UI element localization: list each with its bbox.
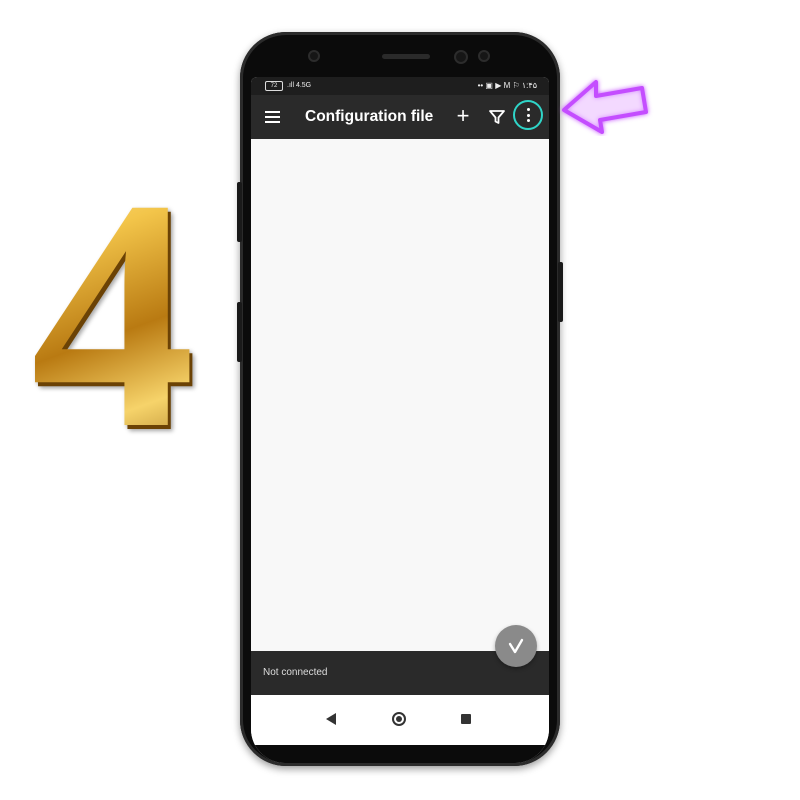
recent-apps-icon[interactable] (461, 714, 471, 724)
clock: ۱:۴۵ (521, 81, 537, 90)
front-camera (308, 50, 320, 62)
connect-button[interactable] (495, 625, 537, 667)
notification-icons: •• ▣ ▶ M ⚐ (477, 81, 522, 90)
iris-scanner (454, 50, 468, 64)
v-connect-icon (508, 638, 524, 654)
volume-button (237, 182, 242, 242)
bixby-button (237, 302, 242, 362)
hamburger-menu-icon[interactable] (261, 105, 285, 129)
signal-indicator: .ıll 4.5G (287, 82, 312, 89)
phone-screen: 72 .ıll 4.5G •• ▣ ▶ M ⚐ ۱:۴۵ Configurati… (251, 77, 549, 763)
battery-icon: 72 (265, 81, 283, 91)
phone-chin (251, 745, 549, 763)
filter-icon[interactable] (486, 106, 508, 128)
connection-status-text: Not connected (263, 667, 328, 678)
app-toolbar: Configuration file + (251, 95, 549, 139)
step-number: 4 (8, 150, 218, 480)
navigation-bar (251, 695, 549, 745)
plus-icon[interactable]: + (451, 95, 475, 139)
status-bar: 72 .ıll 4.5G •• ▣ ▶ M ⚐ ۱:۴۵ (251, 77, 549, 95)
page-title: Configuration file (305, 108, 434, 125)
config-list (251, 139, 549, 651)
pointer-arrow-icon (562, 80, 648, 134)
status-indicators: •• ▣ ▶ M ⚐ ۱:۴۵ (478, 77, 537, 95)
back-icon[interactable] (326, 713, 336, 725)
power-button (558, 262, 563, 322)
more-vertical-icon[interactable] (513, 100, 543, 130)
phone-frame: 72 .ıll 4.5G •• ▣ ▶ M ⚐ ۱:۴۵ Configurati… (237, 32, 563, 766)
proximity-sensor (478, 50, 490, 62)
earpiece-speaker (382, 54, 430, 59)
home-icon[interactable] (392, 712, 406, 726)
